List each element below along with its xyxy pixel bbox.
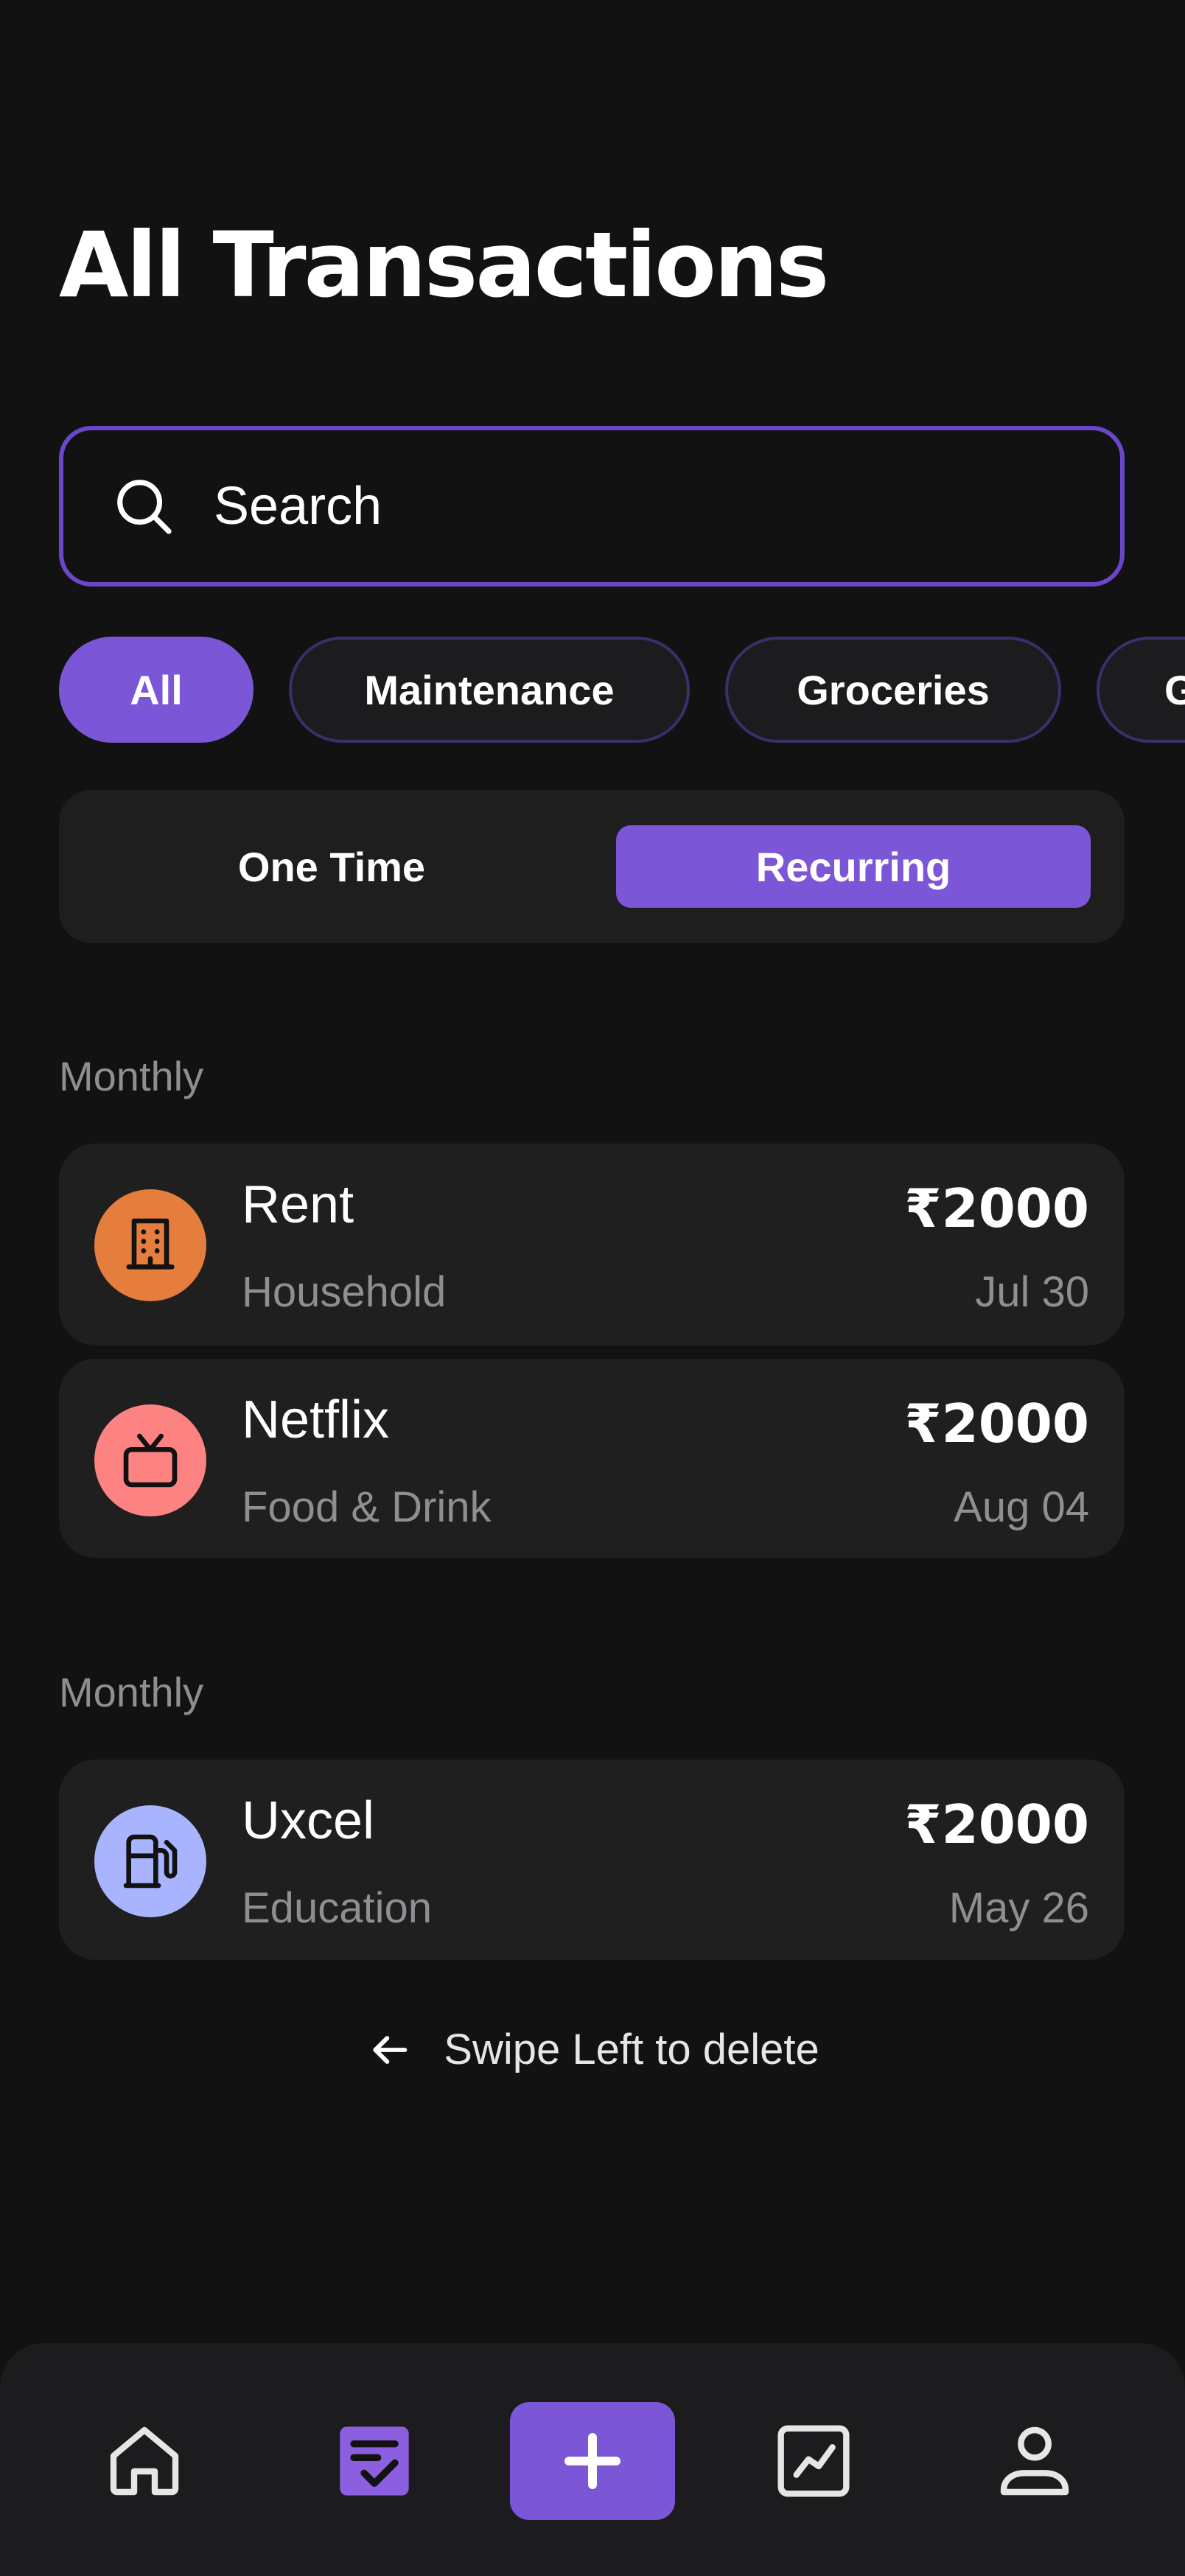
building-icon — [94, 1189, 206, 1301]
transaction-amount: ₹2000 — [904, 1177, 1090, 1239]
transaction-card[interactable]: Uxcel Education ₹2000 May 26 — [59, 1760, 1125, 1960]
transaction-amount: ₹2000 — [904, 1793, 1090, 1855]
transaction-name: Netflix — [242, 1390, 390, 1449]
transactions-icon — [340, 2426, 409, 2496]
swipe-hint: Swipe Left to delete — [0, 2025, 1185, 2074]
transaction-date: Aug 04 — [954, 1483, 1089, 1531]
group-label: Monthly — [59, 1053, 204, 1099]
nav-home[interactable] — [100, 2402, 189, 2520]
swipe-hint-text: Swipe Left to delete — [444, 2026, 819, 2073]
fuel-pump-icon — [94, 1805, 206, 1917]
search-input[interactable]: Search — [59, 426, 1125, 587]
arrow-left-icon — [373, 2035, 408, 2064]
search-placeholder: Search — [214, 477, 382, 536]
home-icon — [110, 2426, 179, 2496]
nav-transactions[interactable] — [330, 2402, 419, 2520]
profile-icon — [1000, 2426, 1069, 2496]
tab-recurring[interactable]: Recurring — [616, 825, 1091, 908]
transaction-type-toggle: One Time Recurring — [59, 790, 1125, 943]
transaction-date: Jul 30 — [975, 1268, 1089, 1316]
chip-groceries[interactable]: Groceries — [725, 637, 1061, 743]
chip-all[interactable]: All — [59, 637, 254, 743]
nav-stats[interactable] — [769, 2402, 858, 2520]
transaction-amount: ₹2000 — [904, 1393, 1090, 1455]
search-icon — [117, 480, 172, 534]
nav-profile[interactable] — [990, 2402, 1079, 2520]
transaction-card[interactable]: Rent Household ₹2000 Jul 30 — [59, 1144, 1125, 1345]
transaction-card[interactable]: Netflix Food & Drink ₹2000 Aug 04 — [59, 1359, 1125, 1558]
tab-one-time[interactable]: One Time — [94, 825, 569, 908]
chip-maintenance[interactable]: Maintenance — [289, 637, 690, 743]
group-label: Monthly — [59, 1669, 204, 1715]
bottom-nav — [0, 2343, 1185, 2576]
transaction-date: May 26 — [948, 1884, 1089, 1932]
transaction-category: Education — [242, 1884, 432, 1932]
add-transaction-button[interactable] — [510, 2402, 675, 2520]
transaction-name: Uxcel — [242, 1791, 375, 1850]
transaction-name: Rent — [242, 1175, 354, 1234]
transaction-category: Household — [242, 1268, 447, 1316]
stats-icon — [777, 2425, 850, 2497]
tv-icon — [94, 1404, 206, 1516]
category-filter-chips: All Maintenance Groceries G — [59, 637, 1185, 743]
chip-partial[interactable]: G — [1097, 637, 1185, 743]
add-icon — [564, 2433, 621, 2489]
page-title: All Transactions — [59, 213, 829, 318]
transaction-category: Food & Drink — [242, 1483, 492, 1531]
